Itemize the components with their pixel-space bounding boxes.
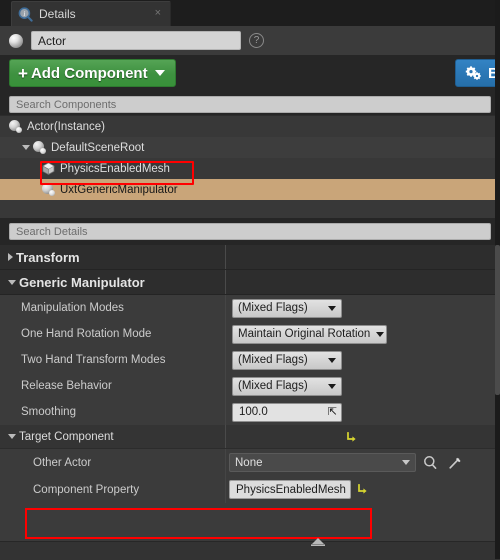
column-divider	[225, 245, 226, 269]
chevron-down-icon[interactable]	[8, 434, 16, 439]
tab-strip: i Details ×	[0, 0, 500, 26]
property-label: Smoothing	[21, 406, 76, 418]
tab-label: Details	[39, 7, 76, 21]
property-label: Manipulation Modes	[21, 302, 124, 314]
tree-item-label: PhysicsEnabledMesh	[60, 162, 170, 175]
close-icon[interactable]: ×	[152, 7, 164, 21]
property-row-release-behavior: Release Behavior (Mixed Flags)	[0, 373, 500, 399]
tree-row-physics-enabled-mesh[interactable]: PhysicsEnabledMesh	[0, 158, 500, 179]
property-label: Two Hand Transform Modes	[21, 354, 166, 366]
add-component-button[interactable]: + Add Component	[9, 59, 176, 87]
tab-details[interactable]: i Details ×	[11, 1, 171, 26]
text-value: PhysicsEnabledMesh	[236, 483, 346, 496]
chevron-down-icon	[328, 357, 336, 363]
two-hand-transform-modes-dropdown[interactable]: (Mixed Flags)	[232, 350, 342, 370]
search-components-input[interactable]: Search Components	[9, 96, 491, 113]
tree-row-default-scene-root[interactable]: DefaultSceneRoot	[0, 137, 500, 158]
chevron-down-icon	[376, 331, 385, 337]
column-divider	[225, 425, 226, 448]
blueprint-script-button[interactable]: Blu	[455, 59, 500, 87]
chevron-down-icon	[328, 383, 336, 389]
tree-item-label: UxtGenericManipulator	[60, 183, 178, 196]
manipulation-modes-dropdown[interactable]: (Mixed Flags)	[232, 298, 342, 318]
column-divider	[225, 476, 226, 503]
column-divider	[225, 347, 226, 373]
category-target-component[interactable]: Target Component	[0, 425, 500, 449]
details-property-list: Transform Generic Manipulator Manipulati…	[0, 245, 500, 541]
property-label: Release Behavior	[21, 380, 112, 392]
property-row-other-actor: Other Actor None	[0, 449, 500, 476]
static-mesh-icon	[42, 162, 55, 175]
chevron-down-icon	[154, 70, 165, 76]
other-actor-object-picker[interactable]: None	[229, 453, 416, 472]
reset-to-default-icon[interactable]	[357, 483, 369, 495]
object-value: None	[235, 456, 263, 469]
eyedropper-picker-icon[interactable]	[448, 455, 463, 470]
actor-name-row: Actor ?	[0, 26, 500, 55]
details-scrollbar-thumb[interactable]	[495, 245, 500, 395]
plus-icon: +	[18, 63, 28, 83]
column-divider	[225, 321, 226, 347]
dropdown-value: (Mixed Flags)	[238, 354, 308, 366]
details-info-magnifier-icon: i	[18, 6, 33, 22]
add-component-label: Add Component	[30, 64, 148, 82]
collapse-up-handle-icon[interactable]	[307, 536, 329, 546]
chevron-down-icon	[402, 460, 410, 465]
sphere-icon	[42, 183, 55, 196]
browse-magnifier-icon[interactable]	[423, 455, 438, 470]
column-divider	[225, 399, 226, 425]
reset-to-default-icon[interactable]	[346, 431, 358, 443]
details-panel-window: i Details × Actor ? + Add Component B Se…	[0, 0, 500, 560]
component-property-text-input[interactable]: PhysicsEnabledMesh	[229, 480, 351, 499]
property-label: Component Property	[33, 483, 140, 496]
chevron-down-icon	[328, 305, 336, 311]
category-title: Generic Manipulator	[19, 274, 145, 290]
svg-text:i: i	[23, 10, 25, 18]
category-transform[interactable]: Transform	[0, 245, 500, 270]
property-row-component-property: Component Property PhysicsEnabledMesh	[0, 476, 500, 503]
tree-item-label: Actor(Instance)	[27, 120, 105, 133]
chevron-down-icon[interactable]	[8, 279, 16, 285]
tree-item-label: DefaultSceneRoot	[51, 141, 145, 154]
property-row-one-hand-rotation-mode: One Hand Rotation Mode Maintain Original…	[0, 321, 500, 347]
property-label: Other Actor	[33, 456, 92, 469]
category-generic-manipulator[interactable]: Generic Manipulator	[0, 270, 500, 295]
sphere-icon	[9, 120, 22, 133]
component-toolbar: + Add Component B	[0, 55, 500, 94]
column-divider	[225, 373, 226, 399]
property-row-two-hand-transform-modes: Two Hand Transform Modes (Mixed Flags)	[0, 347, 500, 373]
tree-row-actor-instance[interactable]: Actor(Instance)	[0, 116, 500, 137]
dropdown-value: Maintain Original Rotation	[238, 328, 371, 340]
drag-spinner-icon[interactable]: ⇱	[328, 406, 337, 418]
search-details-input[interactable]: Search Details	[9, 223, 491, 240]
property-label: One Hand Rotation Mode	[21, 328, 152, 340]
category-title: Target Component	[19, 430, 114, 443]
dropdown-value: (Mixed Flags)	[238, 380, 308, 392]
tree-row-uxt-generic-manipulator[interactable]: UxtGenericManipulator	[0, 179, 500, 200]
column-divider	[225, 270, 226, 294]
actor-name-field[interactable]: Actor	[31, 31, 241, 50]
one-hand-rotation-mode-dropdown[interactable]: Maintain Original Rotation	[232, 324, 387, 344]
gears-icon	[465, 65, 482, 81]
component-tree: Actor(Instance) DefaultSceneRoot Physics…	[0, 115, 500, 219]
column-divider	[225, 295, 226, 321]
column-divider	[225, 449, 226, 476]
panel-footer	[0, 541, 500, 560]
category-title: Transform	[16, 249, 80, 265]
sphere-icon	[33, 141, 46, 154]
property-row-smoothing: Smoothing 100.0 ⇱	[0, 399, 500, 425]
number-value: 100.0	[239, 406, 268, 418]
details-search-row: Search Details	[0, 218, 500, 245]
release-behavior-dropdown[interactable]: (Mixed Flags)	[232, 376, 342, 396]
actor-sphere-icon	[9, 33, 23, 48]
property-row-manipulation-modes: Manipulation Modes (Mixed Flags)	[0, 295, 500, 321]
help-icon[interactable]: ?	[249, 33, 264, 48]
smoothing-number-input[interactable]: 100.0 ⇱	[232, 402, 342, 422]
chevron-down-icon[interactable]	[22, 145, 30, 150]
dropdown-value: (Mixed Flags)	[238, 302, 308, 314]
chevron-right-icon[interactable]	[8, 253, 13, 261]
